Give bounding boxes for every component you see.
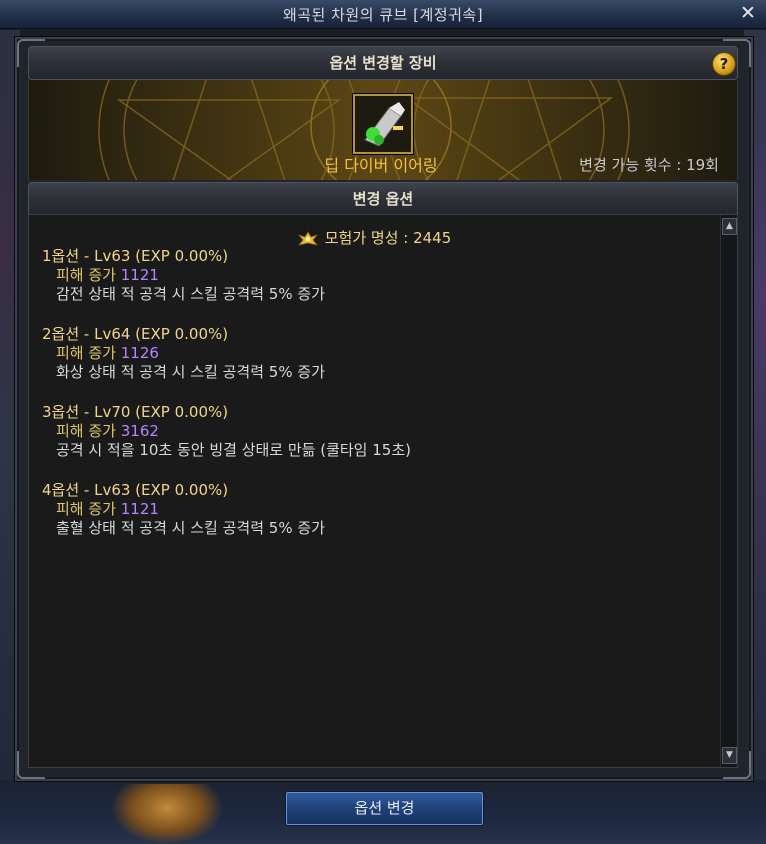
option-damage-label: 피해 증가 [56, 422, 116, 440]
option-effect: 공격 시 적을 10초 동안 빙결 상태로 만듦 (쿨타임 15초) [56, 441, 411, 459]
equipment-item-slot[interactable] [353, 94, 413, 154]
reputation-crest-icon [297, 230, 318, 246]
option-block-1: 1옵션 - Lv63 (EXP 0.00%) 피해 증가 1121 감전 상태 … [42, 247, 325, 304]
option-damage-label: 피해 증가 [56, 500, 116, 518]
scroll-up-icon[interactable]: ▲ [722, 218, 737, 235]
option-damage-value: 1121 [120, 500, 159, 518]
option-damage-label: 피해 증가 [56, 344, 116, 362]
option-effect: 감전 상태 적 공격 시 스킬 공격력 5% 증가 [56, 285, 325, 303]
option-header: 1옵션 - Lv63 (EXP 0.00%) [42, 247, 229, 265]
reputation-text: 모험가 명성 : 2445 [324, 229, 452, 247]
window-titlebar[interactable]: 왜곡된 차원의 큐브 [계정귀속] ✕ [0, 0, 766, 29]
option-damage-line: 피해 증가 1121 [42, 500, 325, 519]
equipment-display: 딥 다이버 이어링 변경 가능 횟수 : 19회 [28, 80, 738, 180]
help-icon[interactable]: ? [712, 52, 736, 76]
option-effect: 화상 상태 적 공격 시 스킬 공격력 5% 증가 [56, 363, 325, 381]
option-damage-value: 3162 [120, 422, 159, 440]
option-header: 4옵션 - Lv63 (EXP 0.00%) [42, 481, 229, 499]
option-block-2: 2옵션 - Lv64 (EXP 0.00%) 피해 증가 1126 화상 상태 … [42, 325, 325, 382]
option-header: 3옵션 - Lv70 (EXP 0.00%) [42, 403, 229, 421]
option-damage-line: 피해 증가 1121 [42, 266, 325, 285]
options-list-panel: 모험가 명성 : 2445 1옵션 - Lv63 (EXP 0.00%) 피해 … [28, 214, 738, 768]
equipment-item-name: 딥 다이버 이어링 [324, 156, 438, 175]
close-icon[interactable]: ✕ [738, 3, 758, 23]
option-damage-line: 피해 증가 1126 [42, 344, 325, 363]
option-damage-value: 1126 [120, 344, 159, 362]
option-damage-line: 피해 증가 3162 [42, 422, 411, 441]
change-count-text: 변경 가능 횟수 : 19회 [579, 156, 719, 174]
scroll-down-icon[interactable]: ▼ [722, 747, 737, 764]
options-scrollbar[interactable]: ▲ ▼ [720, 215, 737, 767]
option-damage-value: 1121 [120, 266, 159, 284]
options-section-header: 변경 옵션 [28, 182, 738, 216]
game-character-sprite [112, 784, 222, 844]
option-change-button[interactable]: 옵션 변경 [286, 792, 483, 825]
option-block-4: 4옵션 - Lv63 (EXP 0.00%) 피해 증가 1121 출혈 상태 … [42, 481, 325, 538]
option-damage-label: 피해 증가 [56, 266, 116, 284]
option-effect: 출혈 상태 적 공격 시 스킬 공격력 5% 증가 [56, 519, 325, 537]
earring-item-icon [355, 96, 411, 152]
equipment-section-header: 옵션 변경할 장비 [28, 46, 738, 80]
option-header: 2옵션 - Lv64 (EXP 0.00%) [42, 325, 229, 343]
window-title: 왜곡된 차원의 큐브 [계정귀속] [282, 6, 484, 24]
option-block-3: 3옵션 - Lv70 (EXP 0.00%) 피해 증가 3162 공격 시 적… [42, 403, 411, 460]
reputation-line: 모험가 명성 : 2445 [29, 227, 719, 248]
